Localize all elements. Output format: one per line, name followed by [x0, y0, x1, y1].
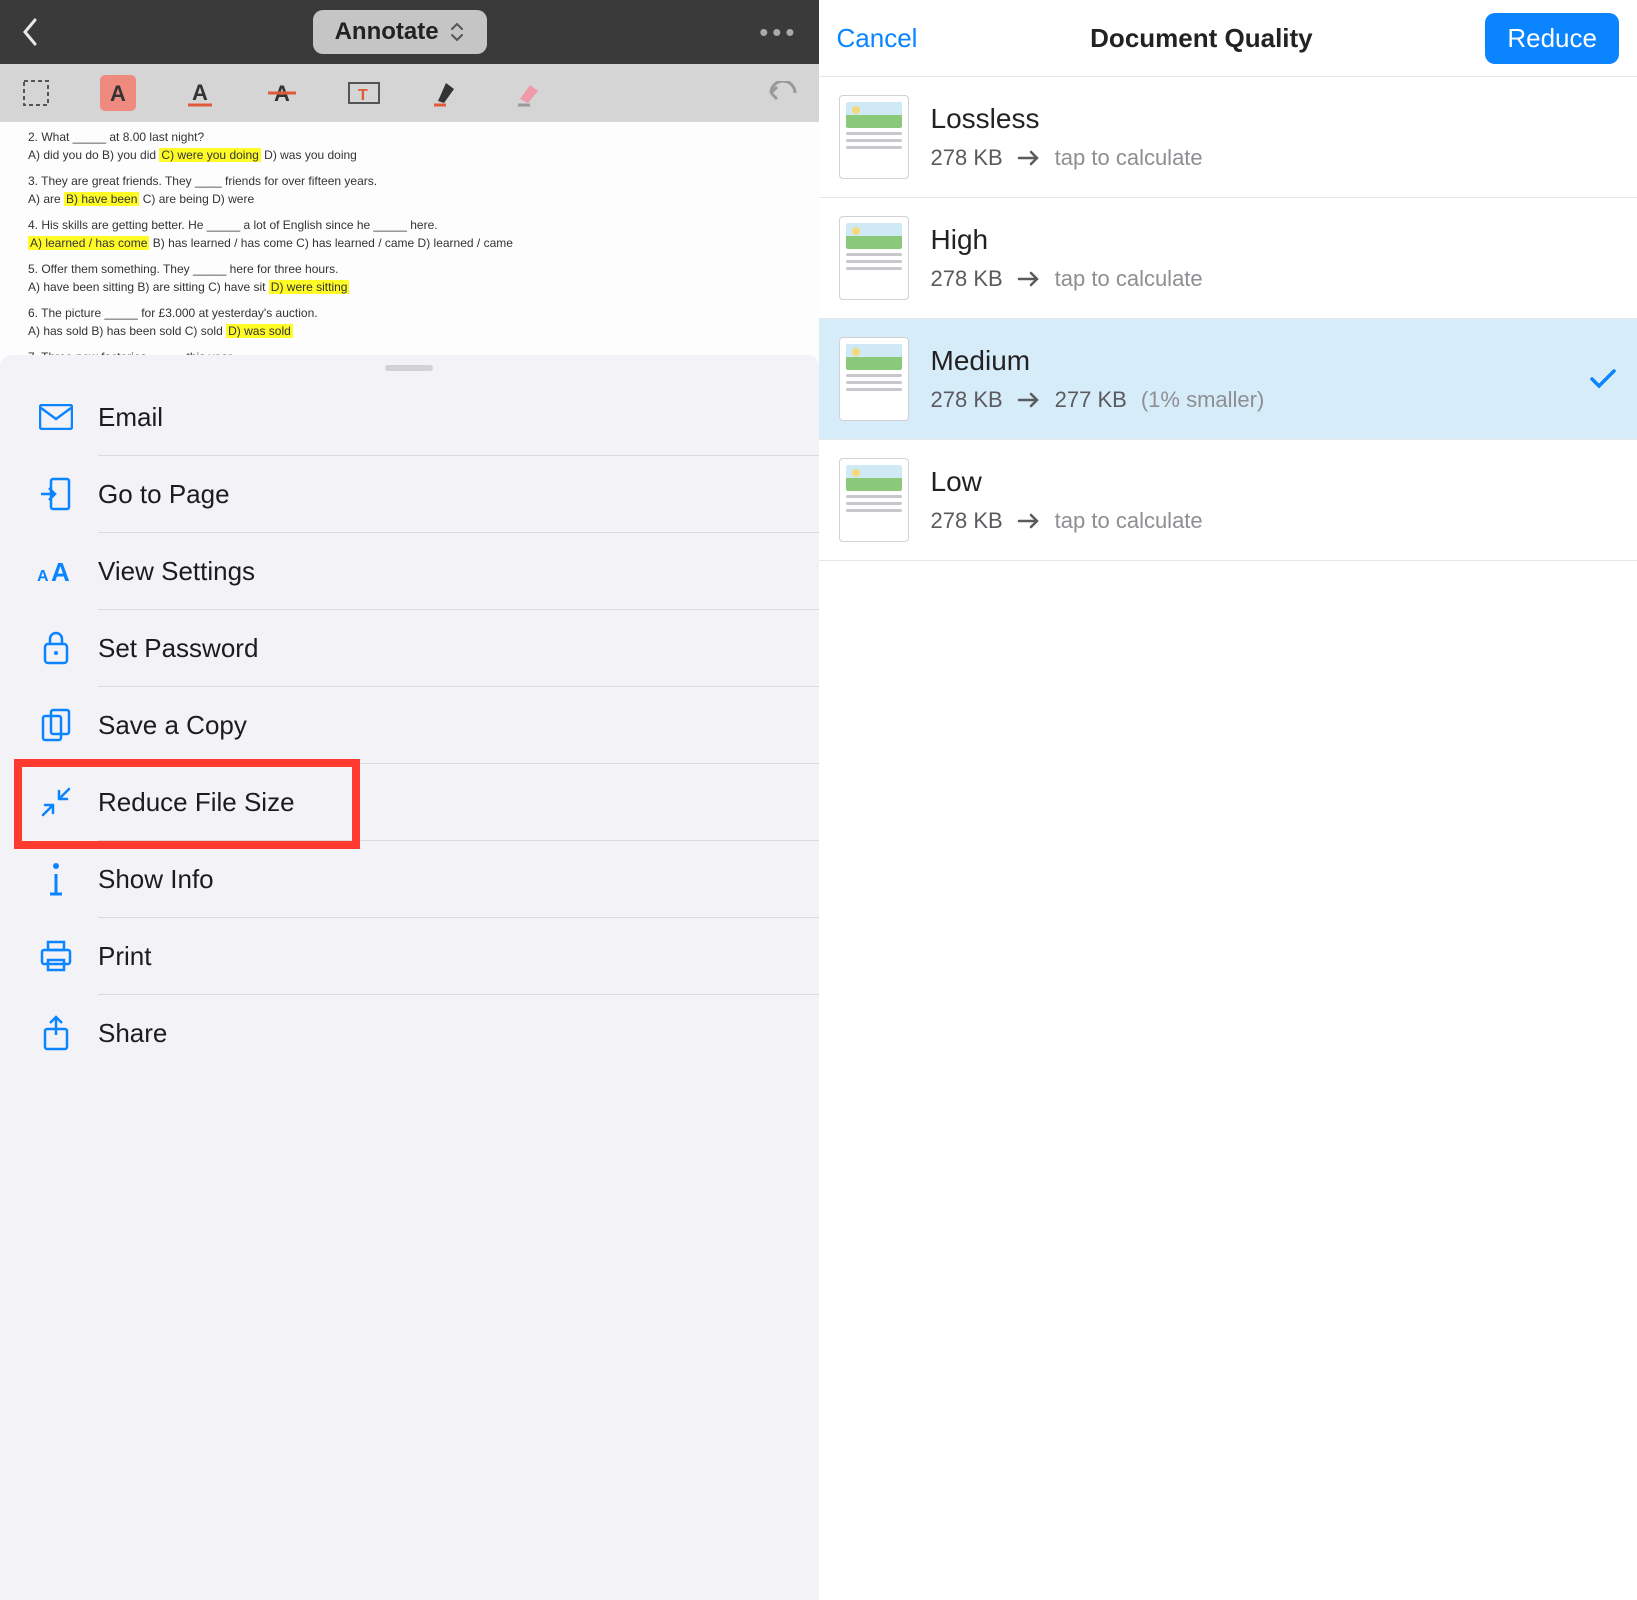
back-button[interactable]: [20, 17, 40, 47]
text-size-icon: AA: [34, 557, 78, 585]
arrow-right-icon: [1017, 149, 1041, 167]
result-text: tap to calculate: [1055, 508, 1203, 534]
pen-icon[interactable]: [428, 75, 464, 111]
menu-label: Share: [98, 1018, 167, 1049]
eraser-icon[interactable]: [510, 75, 546, 111]
menu-label: Email: [98, 402, 163, 433]
strikethrough-icon[interactable]: A: [264, 75, 300, 111]
mode-label: Annotate: [335, 18, 439, 46]
menu-label: Set Password: [98, 633, 258, 664]
menu-share[interactable]: Share: [0, 995, 819, 1071]
quality-label: High: [931, 224, 1618, 256]
thumbnail-icon: [839, 95, 909, 179]
thumbnail-icon: [839, 216, 909, 300]
highlight-text-icon[interactable]: A: [100, 75, 136, 111]
original-size: 278 KB: [931, 387, 1003, 413]
quality-option-low[interactable]: Low 278 KB tap to calculate: [819, 440, 1637, 561]
quality-label: Lossless: [931, 103, 1618, 135]
goto-icon: [34, 477, 78, 511]
quality-option-high[interactable]: High 278 KB tap to calculate: [819, 198, 1637, 319]
print-icon: [34, 940, 78, 972]
svg-text:A: A: [192, 80, 208, 105]
svg-text:T: T: [358, 87, 368, 104]
svg-text:A: A: [37, 568, 49, 585]
info-icon: [34, 862, 78, 896]
menu-show-info[interactable]: Show Info: [0, 841, 819, 917]
result-pct: (1% smaller): [1141, 387, 1264, 413]
result-text: tap to calculate: [1055, 266, 1203, 292]
menu-label: Go to Page: [98, 479, 230, 510]
menu-label: Reduce File Size: [98, 787, 295, 818]
copy-icon: [34, 708, 78, 742]
menu-save-copy[interactable]: Save a Copy: [0, 687, 819, 763]
sheet-grabber[interactable]: [385, 365, 433, 371]
menu-goto-page[interactable]: Go to Page: [0, 456, 819, 532]
underline-text-icon[interactable]: A: [182, 75, 218, 111]
original-size: 278 KB: [931, 266, 1003, 292]
mode-selector[interactable]: Annotate: [313, 10, 487, 54]
mail-icon: [34, 404, 78, 430]
quality-label: Low: [931, 466, 1618, 498]
menu-email[interactable]: Email: [0, 379, 819, 455]
textbox-icon[interactable]: T: [346, 75, 382, 111]
arrow-right-icon: [1017, 512, 1041, 530]
reduce-button[interactable]: Reduce: [1485, 13, 1619, 64]
menu-label: Print: [98, 941, 151, 972]
cancel-button[interactable]: Cancel: [837, 23, 918, 54]
menu-set-password[interactable]: Set Password: [0, 610, 819, 686]
menu-view-settings[interactable]: AA View Settings: [0, 533, 819, 609]
arrow-right-icon: [1017, 270, 1041, 288]
svg-text:A: A: [51, 557, 70, 585]
menu-reduce-file-size[interactable]: Reduce File Size: [0, 764, 819, 840]
result-text: tap to calculate: [1055, 145, 1203, 171]
menu-print[interactable]: Print: [0, 918, 819, 994]
svg-text:A: A: [110, 81, 126, 106]
thumbnail-icon: [839, 337, 909, 421]
check-icon: [1589, 368, 1617, 390]
original-size: 278 KB: [931, 508, 1003, 534]
quality-option-medium[interactable]: Medium 278 KB 277 KB (1% smaller): [819, 319, 1637, 440]
action-sheet: Email Go to Page AA View Settings Set Pa…: [0, 355, 819, 1600]
menu-label: Save a Copy: [98, 710, 247, 741]
page-title: Document Quality: [1090, 23, 1312, 54]
compress-icon: [34, 786, 78, 818]
quality-label: Medium: [931, 345, 1590, 377]
undo-icon[interactable]: [765, 75, 801, 111]
menu-label: Show Info: [98, 864, 214, 895]
menu-label: View Settings: [98, 556, 255, 587]
lock-icon: [34, 631, 78, 665]
share-icon: [34, 1015, 78, 1051]
thumbnail-icon: [839, 458, 909, 542]
more-button[interactable]: •••: [759, 17, 798, 48]
original-size: 278 KB: [931, 145, 1003, 171]
select-tool-icon[interactable]: [18, 75, 54, 111]
result-size: 277 KB: [1055, 387, 1127, 413]
arrow-right-icon: [1017, 391, 1041, 409]
quality-option-lossless[interactable]: Lossless 278 KB tap to calculate: [819, 77, 1637, 198]
